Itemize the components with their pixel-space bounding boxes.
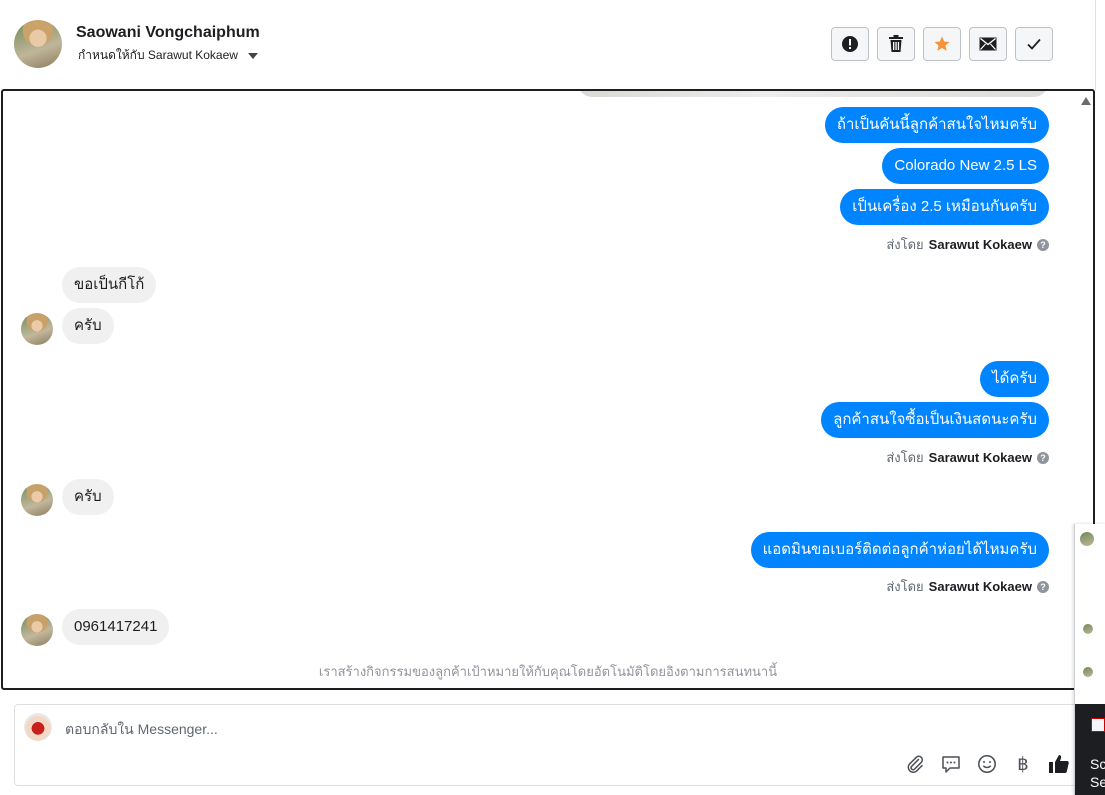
star-icon <box>934 36 950 51</box>
spam-icon <box>842 36 858 52</box>
speech-bubble-icon <box>942 756 960 773</box>
help-icon[interactable]: ? <box>1037 451 1049 464</box>
outgoing-message[interactable]: ถ้าเป็นคันนี้ลูกค้าสนใจไหมครับ <box>824 107 1049 143</box>
incoming-message[interactable]: ขอเป็นกีโก้ <box>62 267 157 303</box>
composer-tools: ฿ <box>904 753 1070 775</box>
panel-text-line: Sc <box>1090 756 1105 772</box>
outgoing-message[interactable]: Colorado New 2.5 LS <box>882 148 1049 184</box>
mark-done-button[interactable] <box>1015 27 1053 61</box>
auto-activity-note: เราสร้างกิจกรรมของลูกค้าเป้าหมายให้กับคุ… <box>318 664 778 679</box>
outgoing-message[interactable]: เป็นเครื่อง 2.5 เหมือนกันครับ <box>840 189 1049 225</box>
payment-button[interactable]: ฿ <box>1012 753 1034 775</box>
assignee-label: กำหนดให้กับ Sarawut Kokaew <box>78 48 238 62</box>
help-icon[interactable]: ? <box>1037 580 1049 593</box>
message-thread[interactable]: ถ้าเป็นคันนี้ลูกค้าสนใจไหมครับ Colorado … <box>1 89 1095 690</box>
contact-avatar[interactable] <box>14 20 62 68</box>
thumbs-up-icon <box>1049 755 1069 773</box>
checkmark-icon <box>1027 38 1041 50</box>
delete-button[interactable] <box>877 27 915 61</box>
assignee-dropdown[interactable]: กำหนดให้กับ Sarawut Kokaew <box>78 46 258 65</box>
help-icon[interactable]: ? <box>1037 238 1049 251</box>
sent-by-name: Sarawut Kokaew <box>928 237 1032 252</box>
sent-by-label: ส่งโดย Sarawut Kokaew ? <box>886 576 1049 597</box>
reply-input[interactable] <box>63 717 667 741</box>
star-button[interactable] <box>923 27 961 61</box>
like-button[interactable] <box>1048 753 1070 775</box>
attach-button[interactable] <box>904 753 926 775</box>
smiley-icon <box>978 755 996 773</box>
outgoing-message[interactable]: ได้ครับ <box>980 361 1049 397</box>
panel-popup[interactable]: Sc Se <box>1075 704 1105 795</box>
outgoing-message[interactable]: แอดมินขอเบอร์ติดต่อลูกค้าห่อยได้ไหมครับ <box>750 532 1049 568</box>
contact-avatar-small <box>21 484 53 516</box>
header-actions <box>831 27 1053 61</box>
sent-by-label: ส่งโดย Sarawut Kokaew ? <box>886 234 1049 255</box>
sent-by-name: Sarawut Kokaew <box>928 579 1032 594</box>
calendar-icon <box>1091 718 1105 732</box>
panel-avatar-small <box>1083 624 1093 634</box>
conversation-header: Saowani Vongchaiphum กำหนดให้กับ Sarawut… <box>0 0 1096 90</box>
caret-down-icon <box>247 53 258 59</box>
sent-by-prefix: ส่งโดย <box>886 450 924 465</box>
mark-unread-button[interactable] <box>969 27 1007 61</box>
baht-icon: ฿ <box>1017 753 1029 774</box>
sent-by-prefix: ส่งโดย <box>886 579 924 594</box>
incoming-message[interactable]: 0961417241 <box>62 609 170 645</box>
emoji-button[interactable] <box>976 753 998 775</box>
envelope-icon <box>979 37 997 51</box>
trash-icon <box>889 35 903 52</box>
contact-name[interactable]: Saowani Vongchaiphum <box>76 24 260 42</box>
contact-avatar-small <box>21 614 53 646</box>
attached-image-preview[interactable] <box>578 91 1048 97</box>
sent-by-name: Sarawut Kokaew <box>928 450 1032 465</box>
page-avatar <box>24 713 52 741</box>
panel-avatar <box>1080 532 1094 546</box>
scroll-up-arrow-icon[interactable] <box>1081 97 1091 105</box>
panel-text-line: Se <box>1090 774 1105 790</box>
saved-replies-button[interactable] <box>940 753 962 775</box>
paperclip-icon <box>907 755 924 774</box>
incoming-message[interactable]: ครับ <box>62 308 114 344</box>
contact-avatar-small <box>21 313 53 345</box>
incoming-message[interactable]: ครับ <box>62 479 114 515</box>
reply-composer: ฿ <box>14 704 1079 786</box>
panel-avatar-small <box>1083 667 1093 677</box>
sent-by-label: ส่งโดย Sarawut Kokaew ? <box>886 447 1049 468</box>
floating-chat-panel[interactable]: Sc Se <box>1074 524 1105 795</box>
mark-spam-button[interactable] <box>831 27 869 61</box>
sent-by-prefix: ส่งโดย <box>886 237 924 252</box>
outgoing-message[interactable]: ลูกค้าสนใจซื้อเป็นเงินสดนะครับ <box>821 402 1049 438</box>
